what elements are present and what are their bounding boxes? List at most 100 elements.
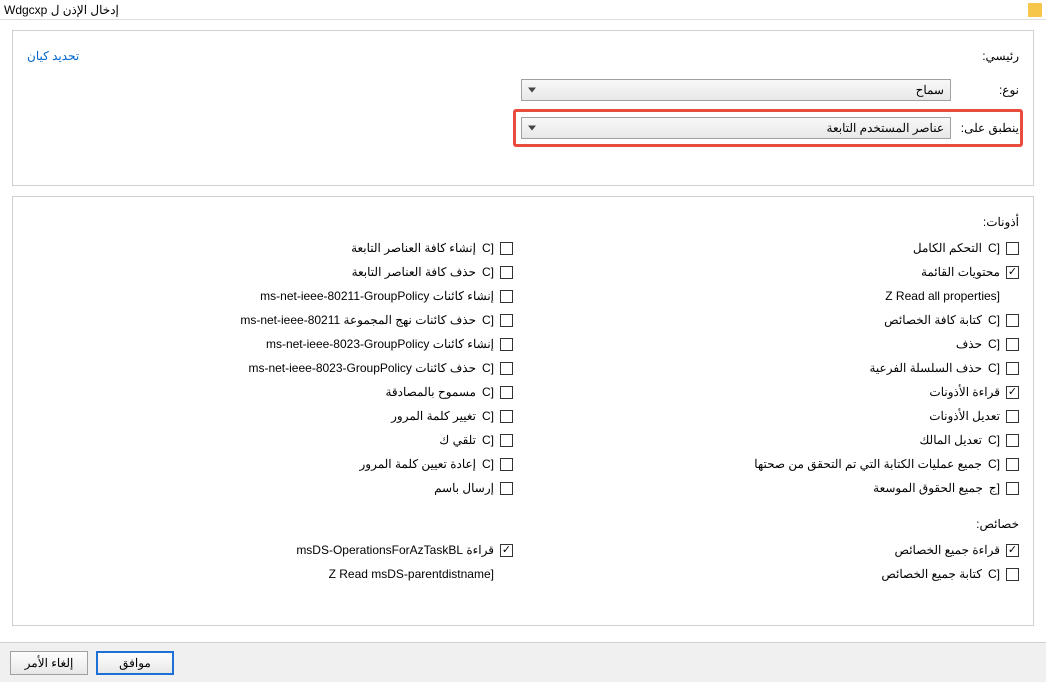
item-prefix: [C: [988, 359, 1000, 377]
item-label: جميع عمليات الكتابة التي تم التحقق من صح…: [754, 455, 982, 473]
item-label: تعديل الأذونات: [929, 407, 1000, 425]
checkbox[interactable]: [500, 362, 513, 375]
checkbox[interactable]: [1006, 242, 1019, 255]
chevron-down-icon: [528, 88, 536, 93]
permission-item: [ج جميع الحقوق الموسعة: [533, 479, 1019, 497]
properties-title: خصائص:: [27, 517, 1019, 531]
permission-item: قراءة جميع الخصائص: [533, 541, 1019, 559]
item-prefix: [C: [988, 455, 1000, 473]
item-label: إنشاء كائنات ms-net-ieee-80211-GroupPoli…: [260, 287, 494, 305]
permission-item: [Z Read all properties: [533, 287, 1019, 305]
checkbox[interactable]: [1006, 362, 1019, 375]
item-prefix: [ج: [989, 479, 1000, 497]
properties-column-right: قراءة msDS-OperationsForAzTaskBL [Z Read …: [27, 541, 513, 589]
checkbox[interactable]: [500, 266, 513, 279]
permission-item: [C مسموح بالمصادقة: [27, 383, 513, 401]
permission-item: محتويات القائمة: [533, 263, 1019, 281]
checkbox[interactable]: [1006, 544, 1019, 557]
checkbox[interactable]: [1006, 458, 1019, 471]
item-prefix: [C: [482, 407, 494, 425]
permission-item: [Z Read msDS-parentdistname: [27, 565, 513, 583]
checkbox[interactable]: [500, 434, 513, 447]
item-label: التحكم الكامل: [913, 239, 982, 257]
cancel-button[interactable]: إلغاء الأمر: [10, 651, 88, 675]
item-label: حذف كافة العناصر التابعة: [352, 263, 476, 281]
chevron-down-icon: [528, 126, 536, 131]
item-label: مسموح بالمصادقة: [385, 383, 476, 401]
checkbox[interactable]: [1006, 482, 1019, 495]
permissions-panel: أذونات: [C التحكم الكامل محتويات القائمة [Z…: [12, 196, 1034, 626]
checkbox[interactable]: [1006, 386, 1019, 399]
item-label: حذف السلسلة الفرعية: [869, 359, 982, 377]
item-label: تغيير كلمة المرور: [391, 407, 476, 425]
permissions-column-right: [C إنشاء كافة العناصر التابعة [C حذف كافة ا…: [27, 239, 513, 503]
select-entity-link[interactable]: تحديد كيان: [27, 49, 79, 63]
permission-item: [C التحكم الكامل: [533, 239, 1019, 257]
checkbox[interactable]: [500, 314, 513, 327]
item-label: إرسال باسم: [434, 479, 494, 497]
checkbox[interactable]: [500, 338, 513, 351]
ok-button[interactable]: موافق: [96, 651, 174, 675]
item-prefix: [C: [988, 431, 1000, 449]
permission-item: [C كتابة كافة الخصائص: [533, 311, 1019, 329]
item-label: قراءة الأذونات: [929, 383, 1000, 401]
permission-item: [Cكتابة جميع الخصائص: [533, 565, 1019, 583]
item-label: حذف كائنات ms-net-ieee-8023-GroupPolicy: [248, 359, 476, 377]
item-prefix: [C: [988, 335, 1000, 353]
permissions-title: أذونات:: [27, 215, 1019, 229]
checkbox[interactable]: [500, 290, 513, 303]
permission-item: [C إعادة تعيين كلمة المرور: [27, 455, 513, 473]
checkbox[interactable]: [500, 386, 513, 399]
checkbox[interactable]: [1006, 410, 1019, 423]
checkbox[interactable]: [500, 410, 513, 423]
item-label: تعديل المالك: [919, 431, 982, 449]
checkbox[interactable]: [1006, 568, 1019, 581]
applies-dropdown[interactable]: عناصر المستخدم التابعة: [521, 117, 951, 139]
permission-item: [Cحذف: [533, 335, 1019, 353]
checkbox[interactable]: [500, 242, 513, 255]
permission-item: قراءة الأذونات: [533, 383, 1019, 401]
item-label: قراءة جميع الخصائص: [895, 541, 1001, 559]
item-prefix: [C: [482, 263, 494, 281]
item-prefix: [C: [988, 311, 1000, 329]
principal-label: رئيسي:: [959, 49, 1019, 63]
item-prefix: [C: [482, 383, 494, 401]
permission-item: [C تعديل المالك: [533, 431, 1019, 449]
item-label: [Z Read msDS-parentdistname: [329, 565, 494, 583]
permission-item: تعديل الأذونات: [533, 407, 1019, 425]
item-label: تلقي ك: [439, 431, 476, 449]
item-label: إنشاء كافة العناصر التابعة: [351, 239, 476, 257]
checkbox[interactable]: [500, 482, 513, 495]
permission-item: [Cحذف كائنات ms-net-ieee-8023-GroupPolic…: [27, 359, 513, 377]
checkbox[interactable]: [1006, 338, 1019, 351]
permission-item: [C حذف كافة العناصر التابعة: [27, 263, 513, 281]
permissions-column-left: [C التحكم الكامل محتويات القائمة [Z Read al…: [533, 239, 1019, 503]
item-prefix: [C: [988, 239, 1000, 257]
item-label: إنشاء كائنات ms-net-ieee-8023-GroupPolic…: [266, 335, 494, 353]
item-prefix: [C: [482, 431, 494, 449]
applies-label: ينطبق على:: [959, 121, 1019, 135]
checkbox[interactable]: [500, 544, 513, 557]
permission-item: إنشاء كائنات ms-net-ieee-80211-GroupPoli…: [27, 287, 513, 305]
permission-item: إرسال باسم: [27, 479, 513, 497]
type-label: نوع:: [959, 83, 1019, 97]
checkbox[interactable]: [500, 458, 513, 471]
item-prefix: [C: [482, 455, 494, 473]
permission-item: [C حذف السلسلة الفرعية: [533, 359, 1019, 377]
checkbox[interactable]: [1006, 266, 1019, 279]
type-dropdown[interactable]: سماح: [521, 79, 951, 101]
footer: إلغاء الأمر موافق: [0, 642, 1046, 682]
item-prefix: [C: [482, 311, 494, 329]
item-label: إعادة تعيين كلمة المرور: [360, 455, 476, 473]
item-label: كتابة جميع الخصائص: [881, 565, 982, 583]
type-value: سماح: [916, 83, 944, 97]
properties-column-left: قراءة جميع الخصائص [Cكتابة جميع الخصائص: [533, 541, 1019, 589]
item-label: جميع الحقوق الموسعة: [873, 479, 983, 497]
item-label: كتابة كافة الخصائص: [884, 311, 982, 329]
checkbox[interactable]: [1006, 434, 1019, 447]
item-label: قراءة msDS-OperationsForAzTaskBL: [296, 541, 494, 559]
permission-item: [C تلقي ك: [27, 431, 513, 449]
checkbox[interactable]: [1006, 314, 1019, 327]
item-label: [Z Read all properties: [885, 287, 1000, 305]
titlebar: Wdgcxp إدخال الإذن ل: [0, 0, 1046, 20]
